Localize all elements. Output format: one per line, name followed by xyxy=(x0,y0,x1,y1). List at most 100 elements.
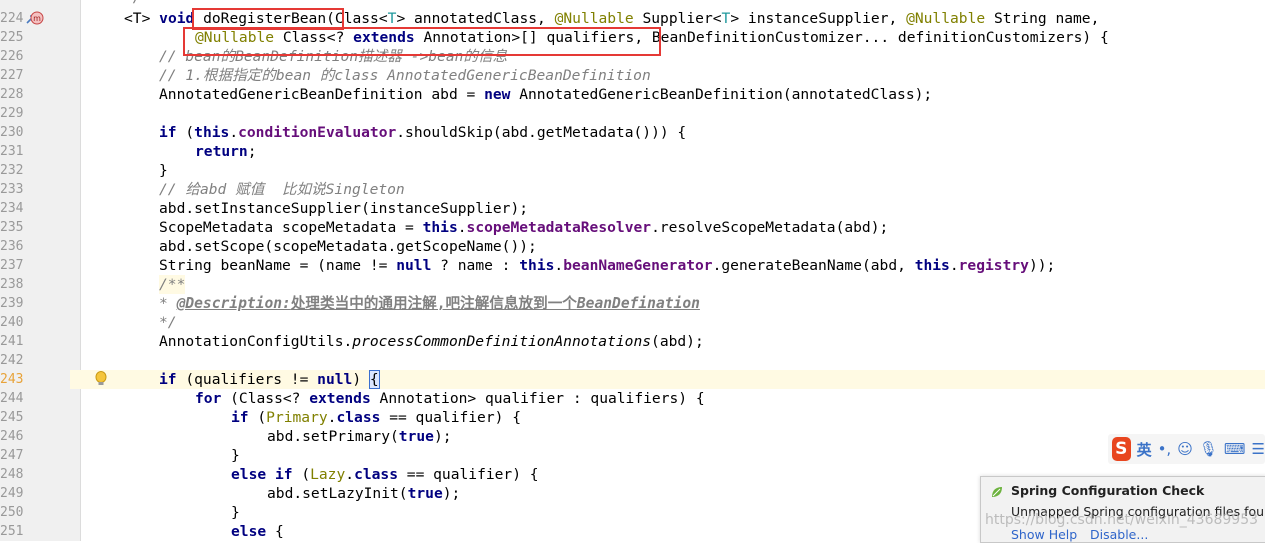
annotation: @Nullable xyxy=(554,10,634,27)
keyword: class xyxy=(336,409,381,426)
microphone-icon[interactable]: 🎙 xyxy=(1199,440,1218,458)
code-text: > instanceSupplier, xyxy=(730,10,907,27)
doc-tag: @Description: xyxy=(176,295,291,312)
line-number: 241 xyxy=(0,334,24,349)
line-number: 237 xyxy=(0,258,24,273)
code-row: 245 if (Primary.class == qualifier) { xyxy=(0,408,1265,427)
code-line-233: // 给abd 赋值 比如说Singleton xyxy=(159,181,405,198)
code-line-248: else if (Lazy.class == qualifier) { xyxy=(231,465,539,484)
disable-link[interactable]: Disable... xyxy=(1090,527,1148,542)
line-number: 225 xyxy=(0,30,24,45)
show-help-link[interactable]: Show Help xyxy=(1011,527,1077,542)
spring-leaf-icon xyxy=(990,484,1004,503)
keyword: null xyxy=(396,257,432,274)
code-row: 242 xyxy=(0,351,1265,370)
code-row: 235 ScopeMetadata scopeMetadata = this.s… xyxy=(0,218,1265,237)
code-line-240: */ xyxy=(159,314,177,331)
code-row: 238 /** xyxy=(0,275,1265,294)
keyword: else xyxy=(231,523,267,540)
code-text: String beanName = (name != xyxy=(159,257,397,274)
code-line-251: else { xyxy=(231,522,284,541)
code-text: ? name : xyxy=(431,257,520,274)
code-row: 231 return; xyxy=(0,142,1265,161)
code-line-244: for (Class<? extends Annotation> qualifi… xyxy=(195,389,705,408)
code-text: String name, xyxy=(985,10,1100,27)
line-number: 242 xyxy=(0,353,24,368)
keyboard-icon[interactable]: ⌨ xyxy=(1224,440,1246,458)
doc-text: * xyxy=(159,295,177,312)
matched-brace: { xyxy=(368,370,380,389)
line-number: 249 xyxy=(0,486,24,501)
code-text: ( xyxy=(292,466,311,483)
code-row: 232 } xyxy=(0,161,1265,180)
code-row: 244 for (Class<? extends Annotation> qua… xyxy=(0,389,1265,408)
line-number: 234 xyxy=(0,201,24,216)
code-text: (abd); xyxy=(651,333,704,350)
punctuation-icon[interactable]: •, xyxy=(1158,440,1172,458)
code-editor[interactable]: */ m 224 <T> void doRegisterBean(Class<T… xyxy=(0,0,1265,541)
menu-icon[interactable]: ☰ xyxy=(1252,440,1265,458)
code-text: AnnotationConfigUtils. xyxy=(159,333,353,350)
spring-config-notification[interactable]: Spring Configuration Check Unmapped Spri… xyxy=(980,476,1265,543)
keyword: if xyxy=(159,124,177,141)
keyword: this xyxy=(519,257,555,274)
code-line-231: return; xyxy=(195,142,257,161)
keyword: return xyxy=(195,143,248,160)
code-text: Supplier< xyxy=(633,10,722,27)
code-row: 224 <T> void doRegisterBean(Class<T> ann… xyxy=(0,9,1265,28)
watermark-text: https://blog.csdn.net/weixin_43689953 xyxy=(985,512,1259,528)
code-row: 241 AnnotationConfigUtils.processCommonD… xyxy=(0,332,1265,351)
keyword: for xyxy=(195,390,222,407)
class-ref: Lazy xyxy=(310,466,346,483)
code-text: ( xyxy=(248,409,267,426)
line-number: 233 xyxy=(0,182,24,197)
notification-title: Spring Configuration Check xyxy=(1011,483,1205,498)
sogou-logo-icon[interactable]: S xyxy=(1112,437,1131,461)
line-number: 230 xyxy=(0,125,24,140)
code-text: AnnotatedGenericBeanDefinition abd = xyxy=(159,86,485,103)
code-line-243: if (qualifiers != null) { xyxy=(159,370,380,389)
line-number: 231 xyxy=(0,144,24,159)
emoji-icon[interactable]: ☺ xyxy=(1177,440,1193,458)
code-row: 243 if (qualifiers != null) { xyxy=(0,370,1265,389)
line-number: 227 xyxy=(0,68,24,83)
code-text: == qualifier) { xyxy=(398,466,539,483)
code-line-246: abd.setPrimary(true); xyxy=(267,427,452,446)
code-text: ); xyxy=(442,485,461,502)
code-text: Annotation> qualifier : qualifiers) { xyxy=(370,390,705,407)
line-number: 239 xyxy=(0,296,24,311)
static-method: processCommonDefinitionAnnotations xyxy=(352,333,652,350)
code-text: . xyxy=(457,219,467,236)
code-row: 240 */ xyxy=(0,313,1265,332)
code-row: 230 if (this.conditionEvaluator.shouldSk… xyxy=(0,123,1265,142)
code-text: . xyxy=(345,466,355,483)
ime-language-toggle[interactable]: 英 xyxy=(1137,439,1152,460)
code-line-249: abd.setLazyInit(true); xyxy=(267,484,460,503)
line-number: 250 xyxy=(0,505,24,520)
line-number: 232 xyxy=(0,163,24,178)
keyword: if xyxy=(274,466,293,483)
line-number: 235 xyxy=(0,220,24,235)
doc-text: BeanDefination xyxy=(576,295,700,312)
code-text: )); xyxy=(1028,257,1056,274)
keyword: this xyxy=(194,124,230,141)
code-row: 233 // 给abd 赋值 比如说Singleton xyxy=(0,180,1265,199)
keyword: extends xyxy=(309,390,371,407)
keyword: this xyxy=(914,257,950,274)
field-ref: registry xyxy=(958,257,1029,274)
line-number: 238 xyxy=(0,277,24,292)
code-text: ( xyxy=(176,124,195,141)
code-row: 237 String beanName = (name != null ? na… xyxy=(0,256,1265,275)
code-row: 239 * @Description:处理类当中的通用注解,吧注解信息放到一个B… xyxy=(0,294,1265,313)
line-number: 246 xyxy=(0,429,24,444)
line-number: 248 xyxy=(0,467,24,482)
line-number: 244 xyxy=(0,391,24,406)
code-text: .resolveScopeMetadata(abd); xyxy=(651,219,889,236)
code-line-232: } xyxy=(159,162,168,179)
ime-toolbar[interactable]: S 英 •, ☺ 🎙 ⌨ ☰ xyxy=(1108,434,1265,464)
keyword: null xyxy=(317,371,353,388)
code-text: (Class<? xyxy=(221,390,310,407)
code-line-238: /** xyxy=(159,275,186,294)
code-row: 246 abd.setPrimary(true); xyxy=(0,427,1265,446)
